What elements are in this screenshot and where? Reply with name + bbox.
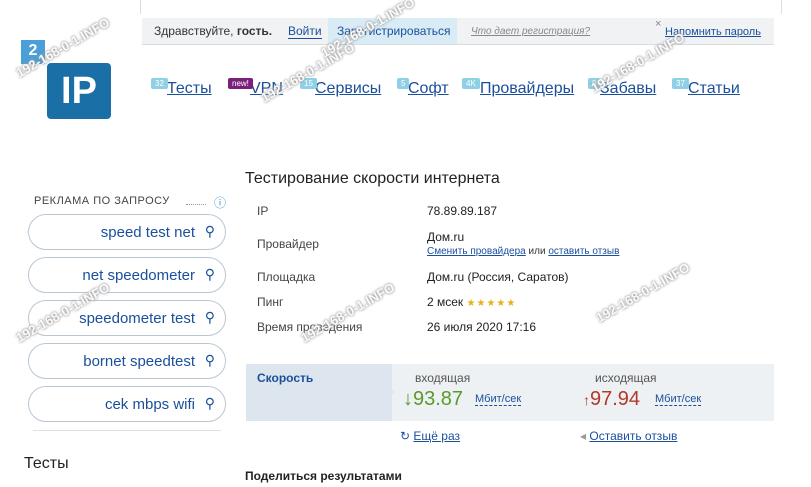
top-frame [140,0,782,14]
search-icon: ⚲ [204,395,215,411]
nav-badge: 4K [462,78,480,89]
time-value: 26 июля 2020 17:16 [427,320,537,334]
info-icon[interactable]: ⓘ [214,194,226,211]
nav-item[interactable]: Провайдеры [480,80,574,98]
login-link[interactable]: Войти [288,24,322,39]
why-register-link[interactable]: Что дает регистрация? [471,26,590,37]
leave-review-link[interactable]: оставить отзыв [548,246,619,257]
ad-query-button[interactable]: speed test net ⚲ [28,214,226,250]
up-arrow-icon: ↑ [583,392,590,408]
site-logo[interactable]: IP [47,63,111,119]
rating-stars-icon: ★★★★★ [466,298,517,309]
watermark: 192-168-0-1.INFO [593,259,693,326]
nav-item[interactable]: Статьи [688,80,740,98]
divider [186,204,206,205]
retest-link[interactable]: ↻ Ещё раз [400,429,460,443]
speed-label-arrow [376,364,394,421]
upload-value: ↑97.94 [583,388,641,410]
ad-query-button[interactable]: cek mbps wifi ⚲ [28,386,226,422]
or-text: или [525,246,549,257]
nav-badge: 32 [151,78,168,89]
watermark: 192-168-0-1.INFO [298,279,398,346]
nav-item[interactable]: Сервисы [315,80,381,98]
search-icon: ⚲ [204,352,215,368]
provider-label: Провайдер [257,237,319,251]
platform-value: Дом.ru (Россия, Саратов) [427,270,569,284]
ad-title: РЕКЛАМА ПО ЗАПРОСУ [34,195,170,207]
nav-badge: new! [228,78,253,89]
provider-actions: Сменить провайдера или оставить отзыв [427,246,619,257]
ad-query-button[interactable]: bornet speedtest ⚲ [28,343,226,379]
download-value: ↓93.87 [403,388,464,410]
search-icon: ⚲ [204,309,215,325]
ad-query-label: net speedometer [82,267,195,284]
ad-query-label: speed test net [100,224,195,241]
nav-badge: 37 [672,78,689,89]
ad-query-button[interactable]: net speedometer ⚲ [28,257,226,293]
search-icon: ⚲ [204,223,215,239]
feedback-link[interactable]: ◂ Оставить отзыв [580,429,677,443]
ad-query-label: cek mbps wifi [104,396,195,413]
provider-value: Дом.ru [427,230,465,244]
nav-badge: 5 [397,78,410,89]
ip-value: 78.89.89.187 [427,204,498,218]
down-arrow-icon: ↓ [403,388,413,410]
page-title: Тестирование скорости интернета [245,170,500,187]
nav-item[interactable]: Тесты [167,80,212,98]
tests-heading: Тесты [24,455,69,472]
refresh-icon: ↻ [400,429,411,443]
speed-label-block: Скорость [246,364,392,421]
ad-query-label: bornet speedtest [83,353,195,370]
ping-value: 2 мсек ★★★★★ [427,295,517,309]
greeting: Здравствуйте, гость. [154,24,273,38]
upload-unit[interactable]: Мбит/сек [655,393,702,406]
nav-item[interactable]: Софт [408,80,449,98]
download-unit[interactable]: Мбит/сек [475,393,522,406]
close-icon[interactable]: × [655,18,661,30]
ip-label: IP [257,204,269,218]
upload-label: исходящая [595,371,657,385]
ping-label: Пинг [257,295,284,309]
feedback-icon: ◂ [580,429,587,443]
divider [33,430,221,431]
platform-label: Площадка [257,270,316,284]
download-label: входящая [415,371,471,385]
share-heading: Поделиться результатами [245,469,402,483]
change-provider-link[interactable]: Сменить провайдера [427,246,526,257]
search-icon: ⚲ [204,266,215,282]
